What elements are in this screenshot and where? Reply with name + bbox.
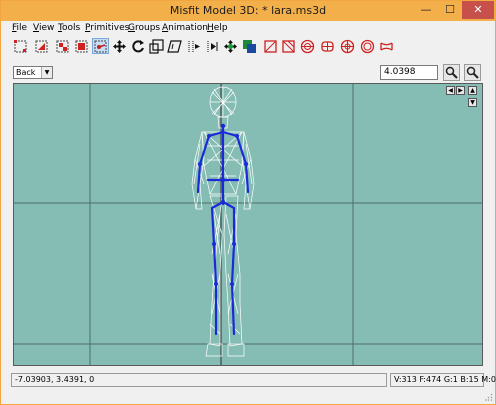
menu-primitives-label: rimitives xyxy=(90,23,130,33)
shear-icon[interactable] xyxy=(167,39,182,54)
select-connected-icon[interactable] xyxy=(55,39,70,54)
maximize-button[interactable]: ☐ xyxy=(438,1,462,19)
skeleton-bones xyxy=(196,124,250,336)
minimize-button[interactable]: — xyxy=(414,1,438,19)
zoom-in-button[interactable] xyxy=(443,64,460,81)
menu-help-mnemonic: H xyxy=(207,23,214,33)
menu-view-label: iew xyxy=(38,23,55,33)
select-groups-icon[interactable] xyxy=(74,39,89,54)
rotate-icon[interactable] xyxy=(131,39,146,54)
menu-bar: File View Tools Primitives Groups Animat… xyxy=(1,21,495,37)
menu-help[interactable]: Help xyxy=(207,23,228,33)
select-bone-joints-icon[interactable] xyxy=(92,38,109,54)
menu-primitives[interactable]: Primitives xyxy=(85,23,129,33)
torus-icon[interactable] xyxy=(320,39,335,54)
menu-groups-label: roups xyxy=(134,23,161,33)
bowtie-icon[interactable] xyxy=(379,39,394,54)
menu-tools-label: ools xyxy=(61,23,81,33)
viewport-nav-left-icon[interactable]: ◀ xyxy=(446,86,455,95)
cylinder-icon[interactable] xyxy=(300,39,315,54)
app-window: Misfit Model 3D: * lara.ms3d — ☐ ✕ File … xyxy=(0,0,496,405)
menu-file[interactable]: File xyxy=(12,23,27,33)
select-faces-icon[interactable] xyxy=(34,39,49,54)
menu-groups-mnemonic: G xyxy=(128,23,135,33)
chevron-down-icon[interactable]: ▼ xyxy=(41,67,52,78)
model-viewport[interactable]: ◀ ▶ ▲ ▼ xyxy=(13,83,483,366)
viewport-nav-right-icon[interactable]: ▶ xyxy=(456,86,465,95)
menu-animation[interactable]: Animation xyxy=(162,23,208,33)
close-button[interactable]: ✕ xyxy=(462,1,494,19)
viewport-nav-down-icon[interactable]: ▼ xyxy=(468,98,477,107)
status-bar: -7.03903, 3.4391, 0 V:313 F:474 G:1 B:15… xyxy=(1,371,496,389)
zoom-input[interactable]: 4.0398 xyxy=(380,65,438,80)
model-counts: V:313 F:474 G:1 B:15 M:0 xyxy=(390,373,496,387)
attach-icon[interactable] xyxy=(205,39,220,54)
options-bar: Back ▼ 4.0398 xyxy=(1,63,495,81)
menu-help-label: elp xyxy=(213,23,228,33)
resize-grip-icon[interactable] xyxy=(485,393,493,401)
select-vertices-icon[interactable] xyxy=(13,39,28,54)
menu-tools[interactable]: Tools xyxy=(58,23,80,33)
menu-file-label: ile xyxy=(16,23,28,33)
move-icon[interactable] xyxy=(112,39,127,54)
joint-icon[interactable] xyxy=(223,39,238,54)
title-bar: Misfit Model 3D: * lara.ms3d — ☐ ✕ xyxy=(1,1,495,21)
zoom-in-icon xyxy=(445,66,458,79)
zoom-out-icon xyxy=(466,66,479,79)
view-direction-select[interactable]: Back ▼ xyxy=(13,66,53,79)
spline-icon[interactable] xyxy=(360,39,375,54)
menu-groups[interactable]: Groups xyxy=(128,23,160,33)
menu-animation-label: nimation xyxy=(168,23,208,33)
rect-icon[interactable] xyxy=(242,39,257,54)
zoom-out-button[interactable] xyxy=(464,64,481,81)
viewport-canvas[interactable] xyxy=(14,84,482,365)
polygon-icon[interactable] xyxy=(340,39,355,54)
scale-icon[interactable] xyxy=(149,39,164,54)
view-direction-value: Back xyxy=(16,68,36,77)
cube-icon[interactable] xyxy=(263,39,278,54)
cursor-coordinates: -7.03903, 3.4391, 0 xyxy=(11,373,387,387)
menu-view[interactable]: View xyxy=(33,23,54,33)
tool-bar xyxy=(1,37,495,57)
extrude-icon[interactable] xyxy=(186,39,201,54)
viewport-nav-up-icon[interactable]: ▲ xyxy=(468,86,477,95)
ellipse-icon[interactable] xyxy=(281,39,296,54)
